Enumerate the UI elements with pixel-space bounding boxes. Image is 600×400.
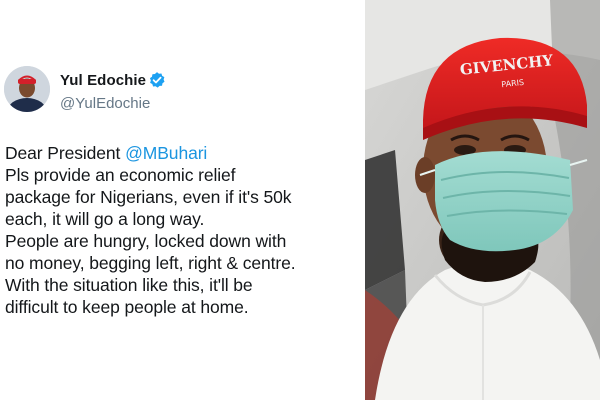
greeting-text: Dear President — [5, 143, 121, 163]
tweet-line: package for Nigerians, even if it's 50k — [5, 187, 292, 207]
verified-badge-icon — [149, 72, 165, 88]
user-handle[interactable]: @YulEdochie — [60, 95, 150, 112]
selfie-illustration: GIVENCHY PARIS — [365, 0, 600, 400]
tweet-header: Yul Edochie @YulEdochie — [0, 62, 365, 122]
tweet-line: With the situation like this, it'll be — [5, 275, 253, 295]
tweet-body: Dear President @MBuhari Pls provide an e… — [5, 142, 363, 318]
tweet-panel: Yul Edochie @YulEdochie Dear President @… — [0, 0, 365, 400]
tweet-line-greeting: Dear President @MBuhari — [5, 142, 363, 164]
avatar[interactable] — [4, 66, 50, 112]
tweet-line: no money, begging left, right & centre. — [5, 253, 296, 273]
avatar-image — [4, 66, 50, 112]
tweet-line: People are hungry, locked down with — [5, 231, 287, 251]
tweet-line: difficult to keep people at home. — [5, 297, 249, 317]
selfie-photo: GIVENCHY PARIS — [365, 0, 600, 400]
display-name[interactable]: Yul Edochie — [60, 72, 146, 89]
tweet-line: Pls provide an economic relief — [5, 165, 236, 185]
mention-link[interactable]: @MBuhari — [125, 143, 207, 163]
tweet-line: each, it will go a long way. — [5, 209, 205, 229]
